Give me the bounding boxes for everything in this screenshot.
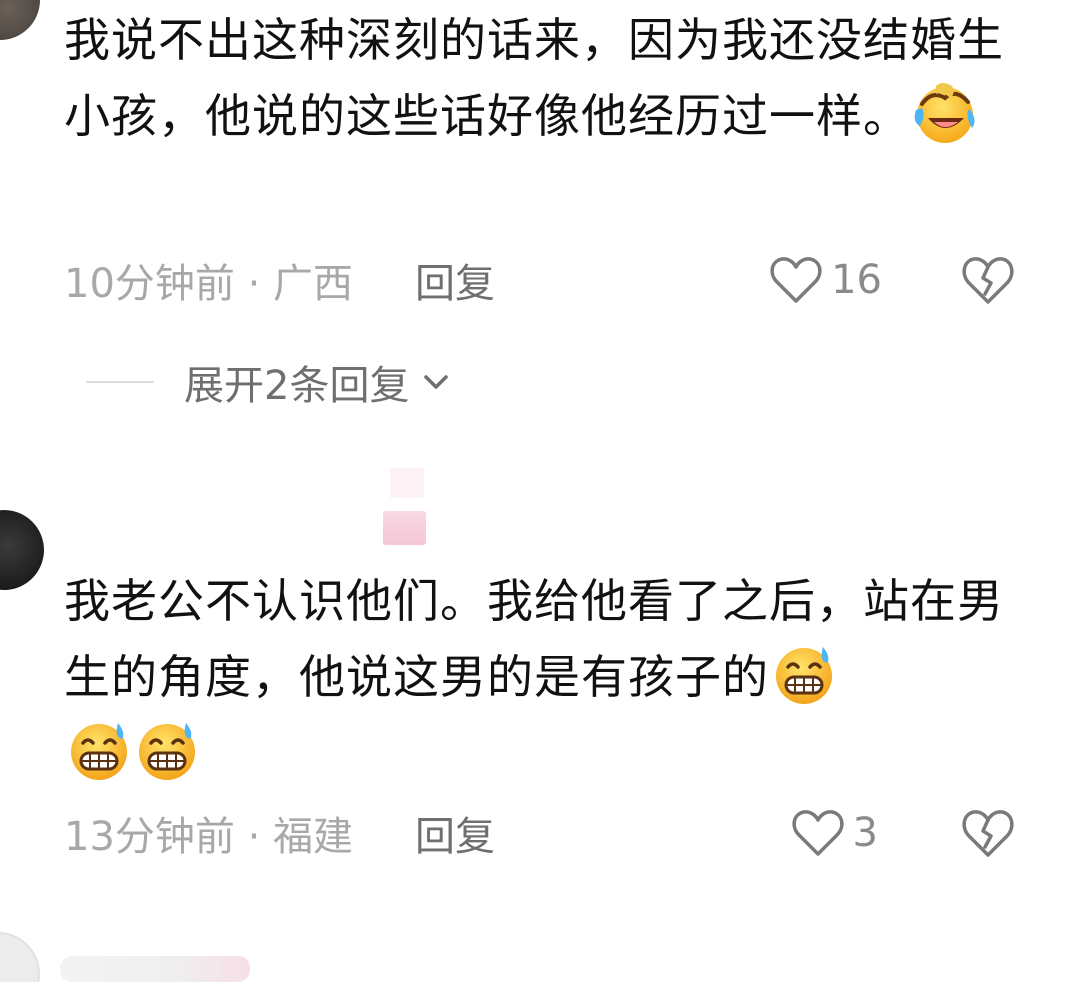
grinning-face-with-sweat-emoji bbox=[66, 717, 132, 783]
comment-item: 我老公不认识他们。我给他看了之后，站在男生的角度，他说这男的是有孩子的 bbox=[64, 563, 1004, 791]
comment-meta: 13分钟前 · 福建 回复 3 bbox=[64, 803, 1024, 863]
comment-body: 我老公不认识他们。我给他看了之后，站在男生的角度，他说这男的是有孩子的 bbox=[64, 574, 1004, 704]
avatar[interactable] bbox=[0, 510, 44, 590]
like-count: 16 bbox=[831, 257, 882, 303]
watermark-smudge bbox=[383, 511, 426, 545]
comment-item: 我说不出这种深刻的话来，因为我还没结婚生小孩，他说的这些话好像他经历过一样。 bbox=[64, 2, 1004, 154]
expand-replies-label: 展开2条回复 bbox=[184, 363, 410, 409]
like-button[interactable]: 16 bbox=[769, 250, 882, 310]
grinning-face-with-sweat-emoji bbox=[771, 641, 837, 707]
reply-button[interactable]: 回复 bbox=[415, 251, 495, 309]
comments-page: 我说不出这种深刻的话来，因为我还没结婚生小孩，他说的这些话好像他经历过一样。 1… bbox=[0, 0, 1079, 982]
comment-meta: 10分钟前 · 广西 回复 16 bbox=[64, 250, 1024, 310]
comment-time-location: 13分钟前 · 福建 bbox=[64, 814, 354, 860]
like-button[interactable]: 3 bbox=[791, 803, 878, 863]
comment-text: 我说不出这种深刻的话来，因为我还没结婚生小孩，他说的这些话好像他经历过一样。 bbox=[64, 2, 1004, 154]
heart-outline-icon bbox=[769, 255, 823, 305]
comment-time-location: 10分钟前 · 广西 bbox=[64, 261, 354, 307]
next-comment-preview bbox=[60, 956, 250, 982]
chevron-down-icon bbox=[419, 365, 453, 399]
divider bbox=[86, 381, 154, 383]
broken-heart-icon[interactable] bbox=[960, 254, 1016, 306]
heart-outline-icon bbox=[791, 808, 845, 858]
expand-replies-button[interactable]: 展开2条回复 bbox=[86, 352, 453, 412]
reply-button[interactable]: 回复 bbox=[415, 804, 495, 862]
face-with-tears-of-joy-emoji bbox=[912, 80, 978, 146]
watermark-smudge bbox=[390, 468, 424, 498]
comment-body: 我说不出这种深刻的话来，因为我还没结婚生小孩，他说的这些话好像他经历过一样。 bbox=[64, 13, 1004, 143]
comment-text: 我老公不认识他们。我给他看了之后，站在男生的角度，他说这男的是有孩子的 bbox=[64, 563, 1004, 791]
grinning-face-with-sweat-emoji bbox=[134, 717, 200, 783]
broken-heart-icon[interactable] bbox=[960, 807, 1016, 859]
avatar[interactable] bbox=[0, 932, 40, 982]
avatar[interactable] bbox=[0, 0, 40, 40]
like-count: 3 bbox=[852, 810, 878, 856]
